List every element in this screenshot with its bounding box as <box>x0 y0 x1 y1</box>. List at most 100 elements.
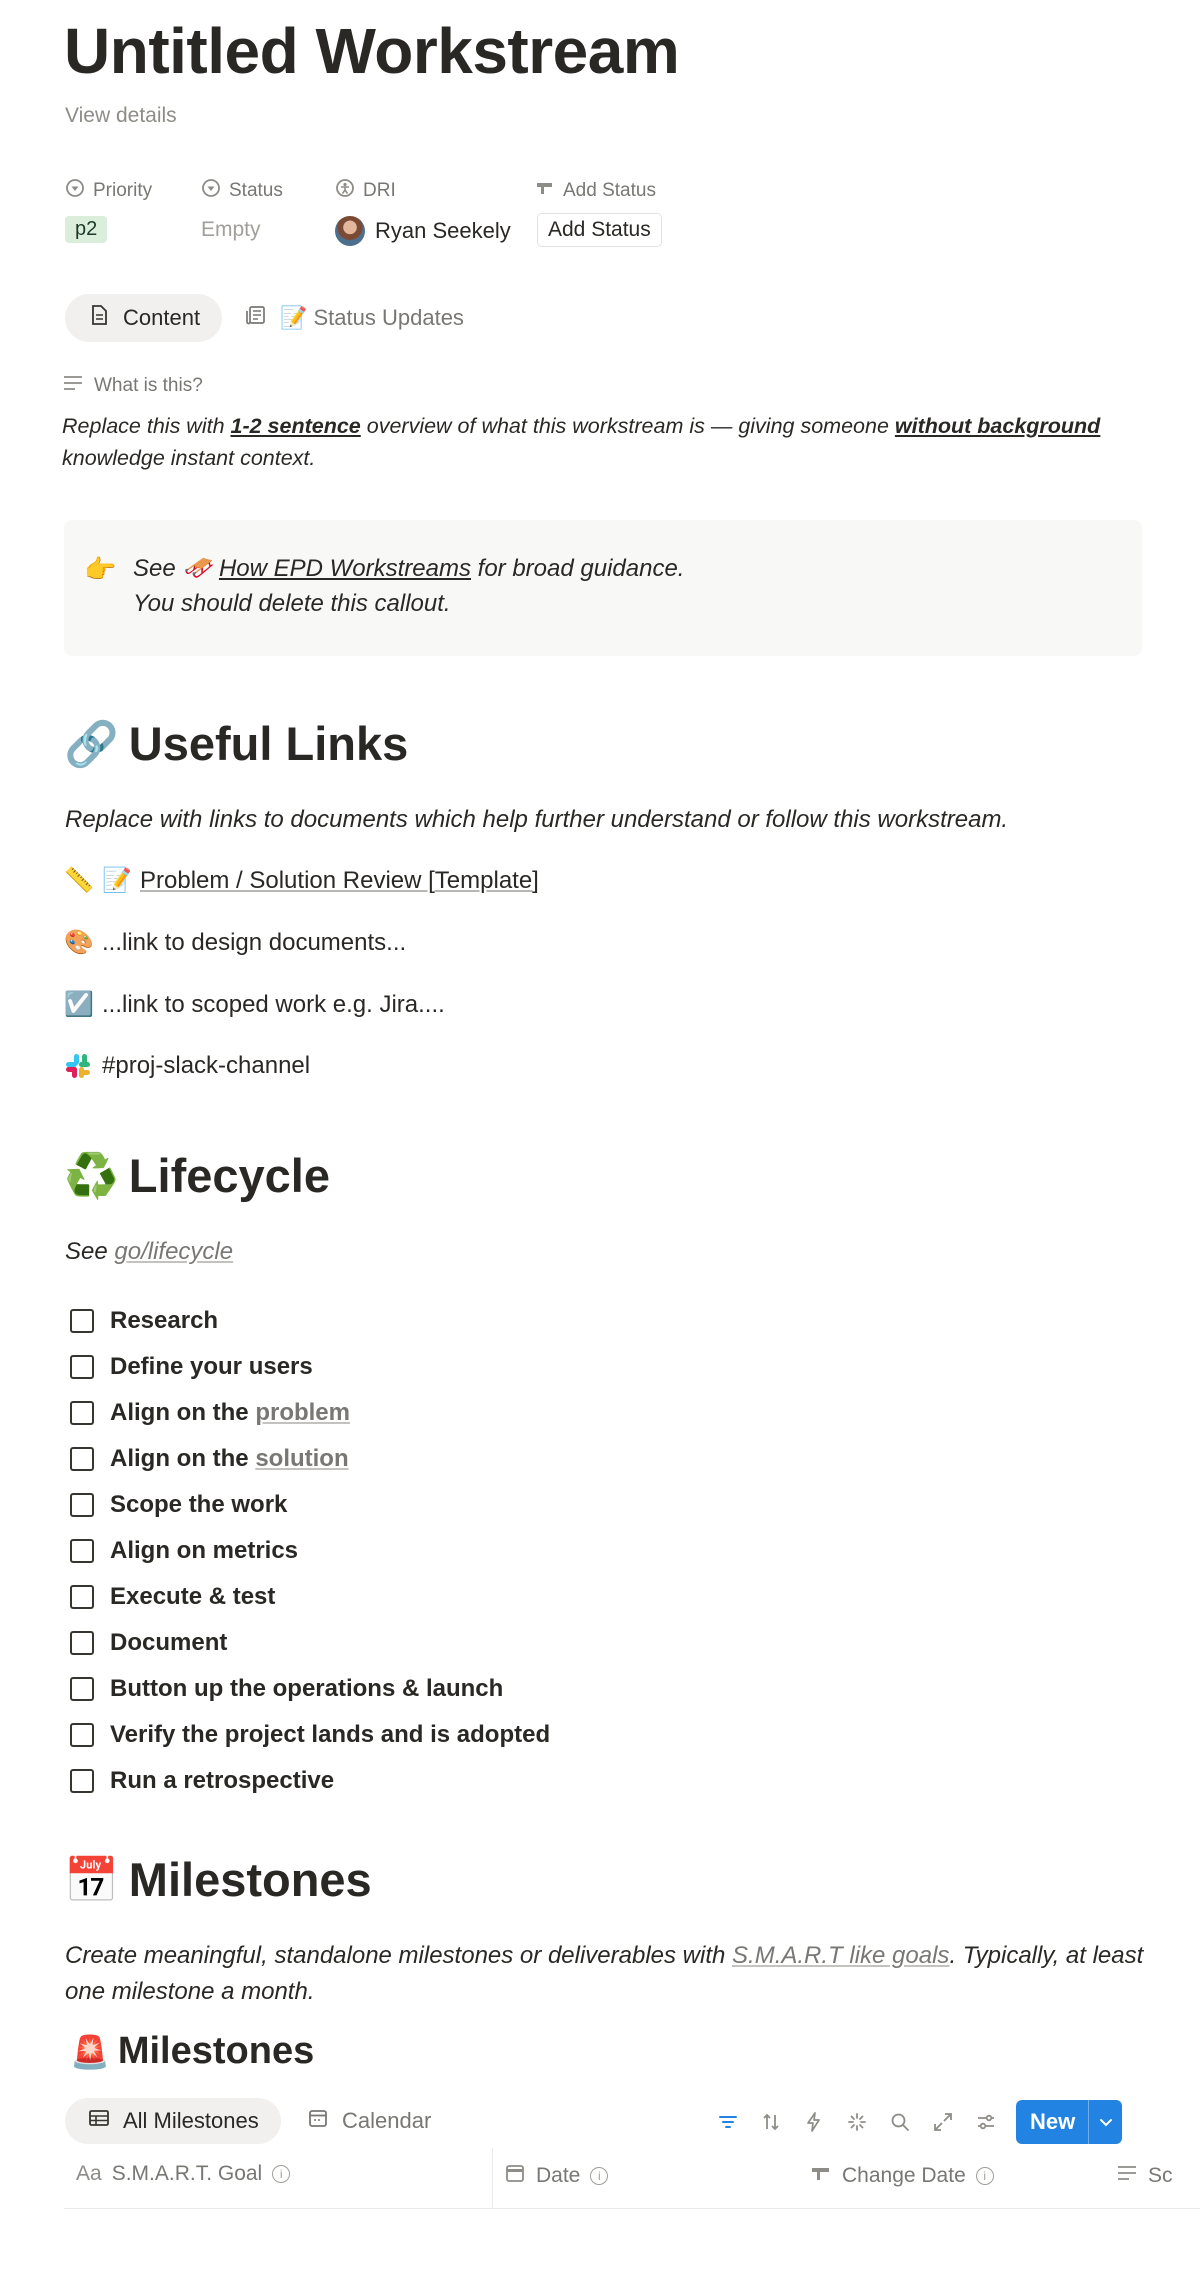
column-header-date[interactable]: Date i <box>504 2162 609 2190</box>
database-toolbar <box>714 2108 1000 2136</box>
milestones-intro-1: Create meaningful, standalone milestones… <box>65 1942 733 1969</box>
checkbox[interactable] <box>70 1677 94 1701</box>
milestones-heading[interactable]: 📅 Milestones <box>64 1852 372 1907</box>
checkbox[interactable] <box>70 1769 94 1793</box>
view-all-milestones[interactable]: All Milestones <box>65 2098 281 2144</box>
link-slack-channel[interactable]: #proj-slack-channel <box>64 1052 310 1080</box>
hand-pointer-icon <box>535 178 555 204</box>
useful-links-heading-text: Useful Links <box>128 717 409 770</box>
checkbox[interactable] <box>70 1723 94 1747</box>
view-details-link[interactable]: View details <box>65 104 177 128</box>
settings-sliders-icon[interactable] <box>972 2108 1000 2136</box>
callout-block <box>64 520 1142 656</box>
search-icon[interactable] <box>886 2108 914 2136</box>
checklist-item-retrospective[interactable]: Run a retrospective <box>70 1758 550 1804</box>
info-icon[interactable]: i <box>590 2167 609 2185</box>
column-label: Change Date <box>842 2164 966 2187</box>
milestones-db-title-text: Milestones <box>117 2030 315 2072</box>
memo-icon: 📝 <box>102 867 132 894</box>
checklist-item-execute[interactable]: Execute & test <box>70 1574 550 1620</box>
new-button[interactable]: New <box>1016 2109 1088 2135</box>
lifecycle-see-text: See <box>65 1238 115 1265</box>
checklist-item-align-solution[interactable]: Align on the solution <box>70 1436 550 1482</box>
checkbox[interactable] <box>70 1309 94 1333</box>
checklist-item-launch[interactable]: Button up the operations & launch <box>70 1666 550 1712</box>
checkbox[interactable] <box>70 1585 94 1609</box>
column-header-change-date[interactable]: Change Date i <box>810 2162 994 2190</box>
status-value[interactable]: Empty <box>201 218 261 242</box>
tab-status-updates-label: 📝 Status Updates <box>280 305 464 330</box>
lifecycle-see[interactable]: See go/lifecycle <box>65 1238 233 1266</box>
milestones-database-title[interactable]: 🚨 Milestones <box>70 2030 314 2073</box>
view-calendar[interactable]: Calendar <box>306 2098 431 2144</box>
sort-icon[interactable] <box>757 2108 785 2136</box>
checklist-item-define-users[interactable]: Define your users <box>70 1344 550 1390</box>
link-problem-solution[interactable]: 📏 📝 Problem / Solution Review [Template] <box>64 866 539 895</box>
document-icon <box>87 303 111 333</box>
desc-text-2: overview of what this workstream is — gi… <box>360 414 895 438</box>
epd-workstreams-link[interactable]: How EPD Workstreams <box>219 555 471 582</box>
lifecycle-heading[interactable]: ♻️ Lifecycle <box>64 1148 330 1203</box>
column-header-smart-goal[interactable]: Aa S.M.A.R.T. Goal i <box>76 2162 291 2186</box>
tab-content[interactable]: Content <box>65 294 223 342</box>
column-label: Date <box>536 2164 581 2187</box>
filter-icon[interactable] <box>714 2108 742 2136</box>
tab-status-updates[interactable]: 📝 Status Updates <box>244 294 464 342</box>
status-property-label: Status <box>201 178 283 204</box>
lightning-icon[interactable] <box>800 2108 828 2136</box>
column-header-scope[interactable]: Sc <box>1116 2162 1173 2190</box>
checklist-item-document[interactable]: Document <box>70 1620 550 1666</box>
checklist-item-metrics[interactable]: Align on metrics <box>70 1528 550 1574</box>
go-lifecycle-link[interactable]: go/lifecycle <box>114 1238 233 1265</box>
link-scoped-work[interactable]: ☑️ ...link to scoped work e.g. Jira.... <box>64 990 445 1019</box>
sparkle-icon[interactable] <box>843 2108 871 2136</box>
checkbox[interactable] <box>70 1447 94 1471</box>
person-icon <box>335 178 355 204</box>
useful-links-intro[interactable]: Replace with links to documents which he… <box>65 806 1008 834</box>
chevron-down-icon[interactable] <box>1089 2112 1122 2132</box>
problem-link[interactable]: problem <box>255 1399 350 1426</box>
problem-solution-link[interactable]: Problem / Solution Review [Template] <box>140 867 539 895</box>
add-status-label: Add Status <box>563 180 656 201</box>
checklist-label-text: Align on the <box>110 1445 256 1472</box>
link-design-docs[interactable]: 🎨 ...link to design documents... <box>64 928 406 957</box>
table-header-divider <box>64 2208 1200 2209</box>
design-docs-text: ...link to design documents... <box>102 928 407 956</box>
checkbox[interactable] <box>70 1355 94 1379</box>
useful-links-heading[interactable]: 🔗 Useful Links <box>64 716 408 771</box>
add-status-button[interactable]: Add Status <box>537 213 662 247</box>
checkbox[interactable] <box>70 1401 94 1425</box>
dri-name: Ryan Seekely <box>375 218 511 243</box>
solution-link[interactable]: solution <box>255 1445 348 1472</box>
column-label: Sc <box>1148 2164 1173 2187</box>
checklist-label: Button up the operations & launch <box>110 1675 504 1702</box>
expand-icon[interactable] <box>929 2108 957 2136</box>
priority-value[interactable]: p2 <box>65 216 108 243</box>
checkbox-emoji-icon: ☑️ <box>64 991 94 1018</box>
dri-property-label: DRI <box>335 178 396 204</box>
page-title[interactable]: Untitled Workstream <box>64 14 680 88</box>
tab-content-label: Content <box>123 305 201 330</box>
calendar-view-icon <box>306 2106 330 2136</box>
checklist-item-research[interactable]: Research <box>70 1298 550 1344</box>
milestones-intro[interactable]: Create meaningful, standalone milestones… <box>65 1938 1145 2010</box>
status-icon <box>201 178 221 204</box>
checkbox[interactable] <box>70 1631 94 1655</box>
checklist-label: Research <box>110 1307 219 1334</box>
dri-value[interactable]: Ryan Seekely <box>335 216 511 246</box>
smart-goals-link[interactable]: S.M.A.R.T like goals <box>732 1942 949 1969</box>
checklist-item-verify[interactable]: Verify the project lands and is adopted <box>70 1712 550 1758</box>
checklist-label: Align on the problem <box>110 1399 350 1427</box>
checkbox[interactable] <box>70 1493 94 1517</box>
desc-bold-2: without background <box>894 414 1101 438</box>
checkbox[interactable] <box>70 1539 94 1563</box>
checklist-item-scope[interactable]: Scope the work <box>70 1482 550 1528</box>
checklist-item-align-problem[interactable]: Align on the problem <box>70 1390 550 1436</box>
info-icon[interactable]: i <box>975 2167 994 2185</box>
new-button-group: New <box>1016 2100 1122 2144</box>
table-icon <box>87 2106 111 2136</box>
slack-channel-text: #proj-slack-channel <box>102 1052 311 1079</box>
info-icon[interactable]: i <box>272 2165 291 2183</box>
calendar-column-icon <box>504 2162 526 2190</box>
workstream-description[interactable]: Replace this with 1-2 sentence overview … <box>62 410 1142 474</box>
